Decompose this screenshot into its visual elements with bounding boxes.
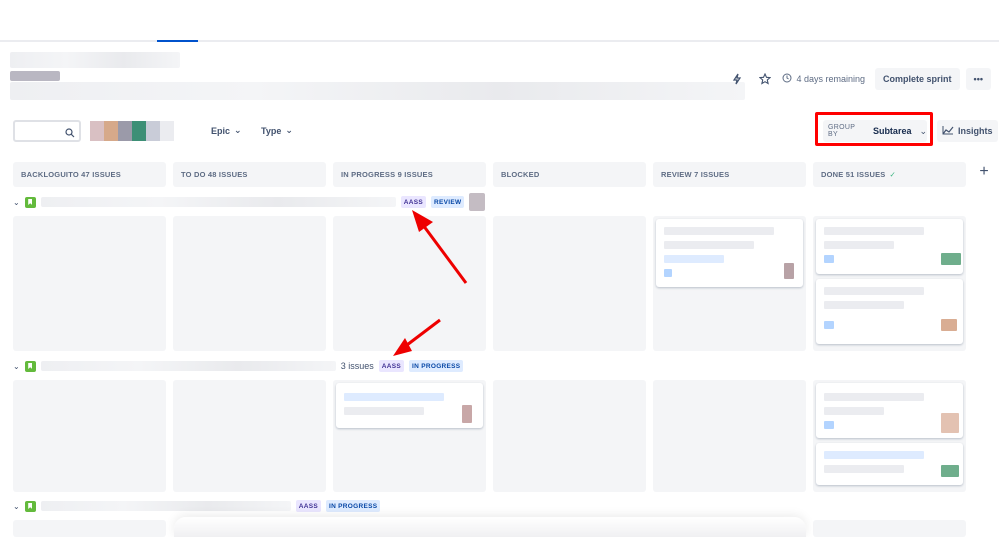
arrowhead-icon: [412, 210, 433, 232]
annotation-arrow: [421, 224, 468, 284]
annotation-arrow: [402, 318, 441, 350]
annotation-arrows: [393, 210, 468, 356]
arrowhead-icon: [393, 338, 412, 356]
